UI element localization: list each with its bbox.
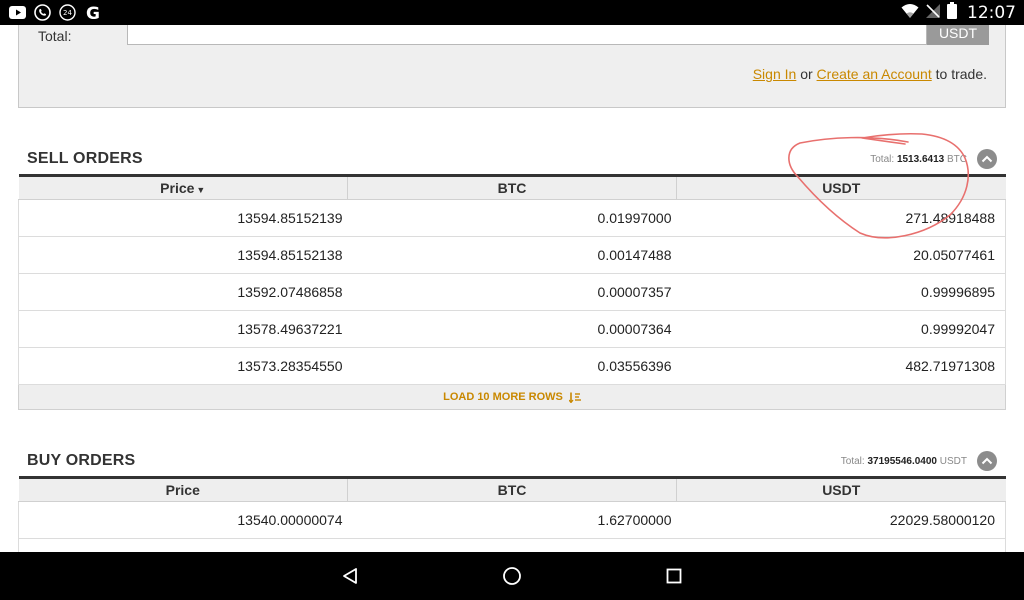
create-account-link[interactable]: Create an Account (817, 66, 932, 82)
buy-total-label: Total: (840, 456, 865, 467)
table-row[interactable]: 13592.07486858 0.00007357 0.99996895 (18, 273, 1006, 311)
usdt-cell: 20.05077461 (676, 236, 1006, 274)
buy-column-header-btc[interactable]: BTC (347, 477, 677, 502)
buy-orders-header-row: Price BTC USDT (18, 477, 1006, 502)
viber-icon (34, 4, 51, 21)
svg-text:G: G (86, 5, 100, 21)
price-cell: 13578.49637221 (18, 310, 348, 348)
page-content: Total: USDT Sign In or Create an Account… (0, 25, 1024, 552)
wifi-icon (901, 3, 919, 24)
home-circle-icon (503, 567, 521, 585)
btc-cell: 1.62700000 (347, 501, 677, 539)
system-indicators: 12:07 (901, 2, 1016, 24)
btc-cell: 0.00147488 (347, 236, 677, 274)
buy-orders-collapse-button[interactable] (977, 451, 997, 471)
table-row[interactable]: 13578.49637221 0.00007364 0.99992047 (18, 310, 1006, 348)
navigation-bar (0, 552, 1024, 600)
load-more-label: LOAD 10 MORE ROWS (443, 391, 563, 403)
chevron-up-icon (981, 457, 993, 465)
buy-orders-title: BUY ORDERS (27, 452, 136, 469)
total-label: Total: (38, 28, 72, 44)
notification-icons: 24 G (9, 4, 101, 21)
total-unit-tag: USDT (927, 25, 989, 45)
btc-cell: 0.00007364 (347, 310, 677, 348)
sell-orders-total: Total: 1513.6413 BTC (870, 154, 967, 165)
table-row[interactable]: 13594.85152138 0.00147488 20.05077461 (18, 236, 1006, 274)
load-more-rows-button[interactable]: LOAD 10 MORE ROWS (18, 385, 1006, 410)
sell-orders-header-row: Price ▼ BTC USDT (18, 175, 1006, 200)
clock-time: 12:07 (967, 3, 1016, 23)
signin-prompt: Sign In or Create an Account to trade. (753, 66, 987, 82)
sell-total-unit: BTC (947, 154, 967, 165)
battery-icon (947, 2, 957, 24)
table-row[interactable]: 13540.00000074 1.62700000 22029.58000120 (18, 501, 1006, 539)
buy-column-header-usdt[interactable]: USDT (676, 477, 1006, 502)
price-cell: 13594.85152139 (18, 199, 348, 237)
btc-cell (347, 538, 677, 552)
sort-list-icon (568, 392, 581, 403)
status-bar: 24 G 12:07 (0, 0, 1024, 25)
price-cell (18, 538, 348, 552)
back-button[interactable] (338, 564, 362, 588)
price-cell: 13594.85152138 (18, 236, 348, 274)
sort-desc-icon: ▼ (196, 185, 206, 195)
btc-cell: 0.01997000 (347, 199, 677, 237)
usdt-cell: 482.71971308 (676, 347, 1006, 385)
btc-cell: 0.00007357 (347, 273, 677, 311)
buy-column-header-price[interactable]: Price (18, 477, 348, 502)
btc-cell: 0.03556396 (347, 347, 677, 385)
trade-suffix-text: to trade. (931, 66, 987, 82)
buy-total-value: 37195546.0400 (867, 456, 937, 467)
buy-orders-table: Price BTC USDT 13540.00000074 1.62700000… (18, 476, 1006, 552)
clock-24-icon: 24 (59, 4, 76, 21)
trade-form-panel: Total: USDT Sign In or Create an Account… (18, 25, 1006, 108)
no-signal-icon (925, 3, 941, 24)
sell-orders-title: SELL ORDERS (27, 150, 143, 167)
chevron-up-icon (981, 155, 993, 163)
sell-total-value: 1513.6413 (896, 154, 945, 165)
google-icon: G (84, 4, 101, 21)
table-row[interactable]: 13594.85152139 0.01997000 271.48918488 (18, 199, 1006, 237)
usdt-cell (676, 538, 1006, 552)
price-cell: 13573.28354550 (18, 347, 348, 385)
or-text: or (796, 66, 817, 82)
buy-orders-total: Total: 37195546.0400 USDT (841, 456, 967, 467)
buy-total-unit: USDT (939, 456, 967, 467)
table-row[interactable]: 13573.28354550 0.03556396 482.71971308 (18, 347, 1006, 385)
table-row[interactable] (18, 538, 1006, 552)
usdt-cell: 0.99992047 (676, 310, 1006, 348)
sell-column-header-price[interactable]: Price ▼ (18, 175, 348, 200)
sell-total-label: Total: (870, 154, 895, 165)
back-triangle-icon (343, 568, 357, 584)
usdt-cell: 22029.58000120 (676, 501, 1006, 539)
sign-in-link[interactable]: Sign In (753, 66, 797, 82)
sell-orders-collapse-button[interactable] (977, 149, 997, 169)
usdt-cell: 0.99996895 (676, 273, 1006, 311)
recent-apps-square-icon (666, 568, 682, 584)
sell-column-header-usdt[interactable]: USDT (676, 175, 1006, 200)
price-cell: 13540.00000074 (18, 501, 348, 539)
youtube-icon (9, 4, 26, 21)
svg-text:24: 24 (63, 9, 72, 17)
sell-column-header-btc[interactable]: BTC (347, 175, 677, 200)
total-input[interactable] (127, 25, 927, 45)
price-cell: 13592.07486858 (18, 273, 348, 311)
sell-orders-table: Price ▼ BTC USDT 13594.85152139 0.0199700… (18, 174, 1006, 385)
usdt-cell: 271.48918488 (676, 199, 1006, 237)
home-button[interactable] (500, 564, 524, 588)
recent-apps-button[interactable] (662, 564, 686, 588)
